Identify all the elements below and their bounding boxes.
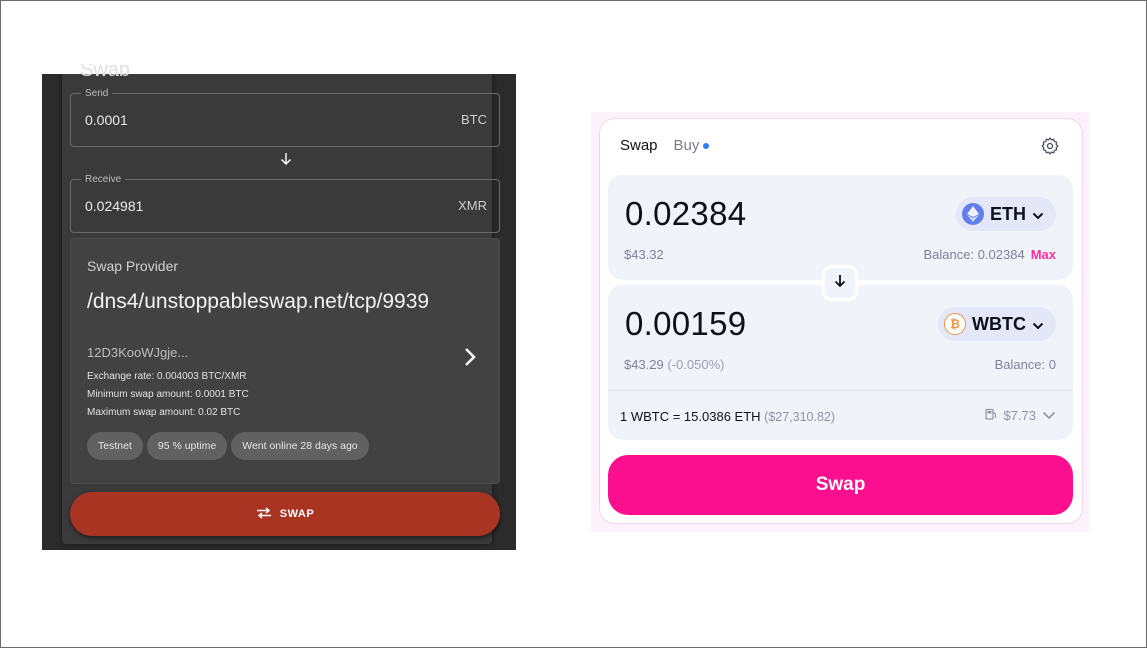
chevron-down-icon	[1032, 314, 1044, 335]
chevron-down-icon	[1032, 204, 1044, 225]
new-indicator-dot	[703, 142, 710, 149]
chip-uptime: 95 % uptime	[146, 432, 228, 460]
send-field[interactable]: Send 0.0001 BTC	[70, 88, 500, 147]
to-amount-input[interactable]: 0.00159	[625, 305, 746, 343]
tab-buy-label: Buy	[673, 137, 700, 154]
send-label: Send	[81, 88, 113, 100]
rate-text: 1 WBTC = 15.0386 ETH	[620, 409, 761, 424]
swap-button[interactable]: Swap	[608, 455, 1073, 515]
from-amount-input[interactable]: 0.02384	[625, 195, 746, 233]
min-swap-amount: Minimum swap amount: 0.0001 BTC	[87, 389, 249, 400]
chip-online-since: Went online 28 days ago	[231, 432, 369, 460]
chevron-down-icon[interactable]	[1042, 408, 1056, 423]
dark-heading-peek: Swap	[80, 64, 131, 76]
swap-tabs: Swap Buy	[620, 137, 710, 154]
wbtc-icon: ₿	[944, 313, 967, 335]
provider-title: Swap Provider	[87, 258, 179, 274]
rate-usd: ($27,310.82)	[764, 410, 836, 424]
receive-field[interactable]: Receive 0.024981 XMR	[70, 174, 500, 233]
swap-button-dark-label: SWAP	[279, 508, 315, 520]
from-usd-value: $43.32	[624, 247, 664, 262]
from-token-selector[interactable]: ETH	[956, 197, 1056, 231]
price-impact: (-0.050%)	[667, 357, 725, 372]
to-usd-value: $43.29 (-0.050%)	[624, 357, 724, 372]
receive-unit: XMR	[458, 198, 487, 213]
receive-amount-input[interactable]: 0.024981	[85, 198, 143, 214]
arrow-down-icon	[277, 152, 295, 170]
chip-network: Testnet	[87, 432, 143, 460]
rate-row[interactable]: 1 WBTC = 15.0386 ETH ($27,310.82) $7.73	[608, 390, 1073, 440]
gear-icon[interactable]	[1040, 136, 1060, 156]
to-token-symbol: WBTC	[972, 313, 1026, 334]
eth-icon	[962, 203, 984, 225]
exchange-rate-info: 1 WBTC = 15.0386 ETH ($27,310.82)	[620, 409, 835, 424]
switch-direction-button[interactable]	[822, 265, 858, 301]
to-token-selector[interactable]: ₿ WBTC	[938, 307, 1056, 341]
from-balance: Balance: 0.02384 Max	[924, 247, 1057, 262]
to-usd-amount: $43.29	[624, 357, 664, 372]
gas-pump-icon	[985, 408, 997, 423]
swap-provider-card[interactable]: Swap Provider /dns4/unstoppableswap.net/…	[70, 238, 500, 484]
tab-swap[interactable]: Swap	[620, 137, 658, 154]
tab-buy[interactable]: Buy	[674, 137, 710, 154]
from-token-symbol: ETH	[990, 203, 1026, 224]
to-balance: Balance: 0	[994, 357, 1056, 372]
arrow-down-icon	[834, 274, 846, 292]
gas-estimate: $7.73	[985, 408, 1056, 423]
receive-label: Receive	[81, 174, 126, 186]
gas-value: $7.73	[1003, 408, 1036, 423]
from-balance-text: Balance: 0.02384	[923, 247, 1025, 262]
chevron-right-icon[interactable]	[461, 345, 479, 369]
max-swap-amount: Maximum swap amount: 0.02 BTC	[87, 407, 241, 418]
max-button[interactable]: Max	[1031, 247, 1056, 262]
send-amount-input[interactable]: 0.0001	[85, 112, 128, 128]
provider-address: /dns4/unstoppableswap.net/tcp/9939	[87, 290, 430, 313]
send-unit: BTC	[461, 112, 487, 127]
exchange-rate: Exchange rate: 0.004003 BTC/XMR	[87, 371, 247, 382]
provider-chips: Testnet 95 % uptime Went online 28 days …	[87, 432, 369, 460]
swap-arrows-icon	[256, 506, 272, 522]
provider-peer-id: 12D3KooWJgje...	[87, 345, 189, 360]
swap-button-dark[interactable]: SWAP	[70, 492, 500, 536]
